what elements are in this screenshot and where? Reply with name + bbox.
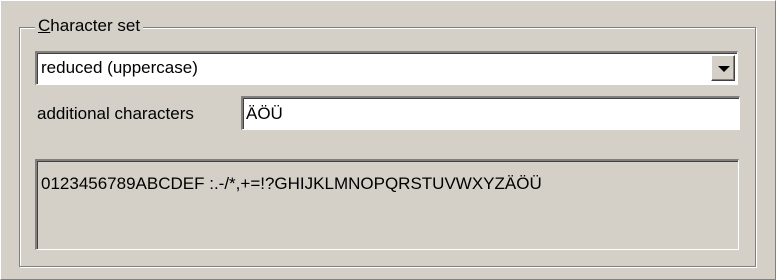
chevron-down-icon (718, 66, 730, 72)
character-preview-text: 0123456789ABCDEF :.-/*,+=!?GHIJKLMNOPQRS… (41, 174, 542, 193)
charset-select[interactable]: reduced (uppercase) (35, 51, 738, 85)
additional-characters-input[interactable] (241, 96, 740, 130)
character-set-group-title: Character set (35, 16, 144, 36)
character-preview-box: 0123456789ABCDEF :.-/*,+=!?GHIJKLMNOPQRS… (35, 159, 739, 250)
group-title-mnemonic: C (38, 16, 51, 35)
charset-dropdown-button[interactable] (711, 55, 735, 81)
charset-select-value: reduced (uppercase) (41, 58, 198, 77)
additional-characters-label: additional characters (37, 104, 194, 123)
group-title-rest: haracter set (50, 16, 141, 35)
